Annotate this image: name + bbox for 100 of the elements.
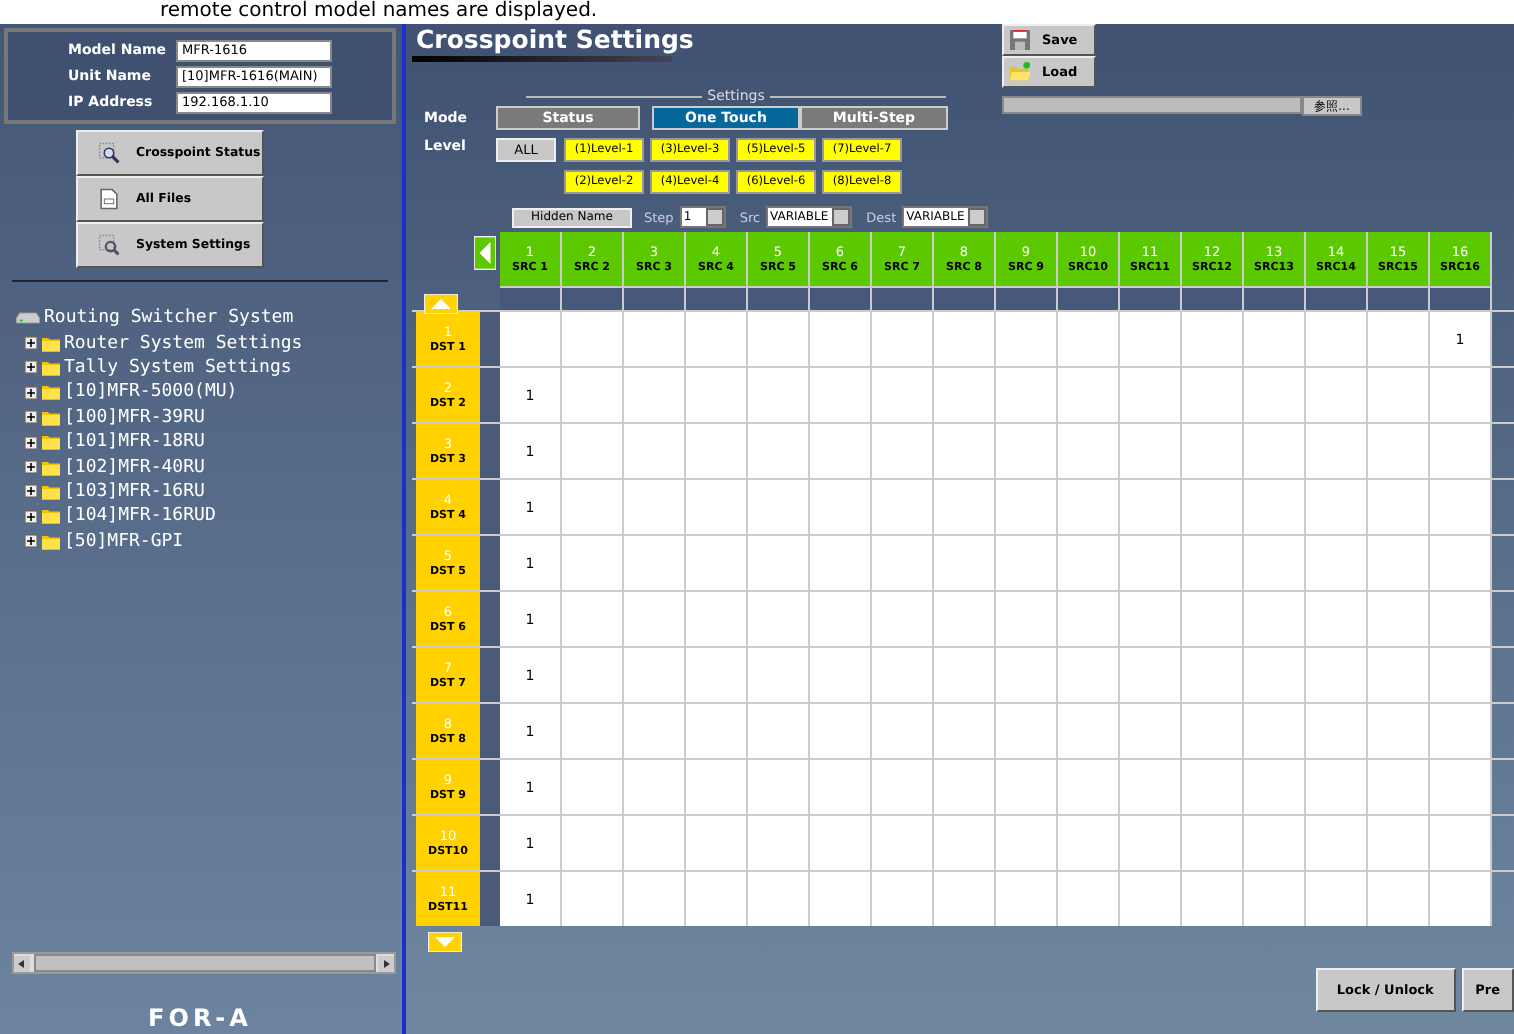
crosspoint-cell[interactable] bbox=[934, 648, 996, 702]
crosspoint-cell[interactable] bbox=[934, 480, 996, 534]
crosspoint-cell[interactable] bbox=[1120, 816, 1182, 870]
crosspoint-cell[interactable] bbox=[872, 816, 934, 870]
tree-item[interactable]: Router System Settings bbox=[64, 333, 303, 354]
crosspoint-cell[interactable] bbox=[1120, 704, 1182, 758]
crosspoint-cell[interactable] bbox=[1306, 368, 1368, 422]
crosspoint-cell[interactable] bbox=[1244, 480, 1306, 534]
crosspoint-cell[interactable] bbox=[1058, 592, 1120, 646]
crosspoint-cell[interactable] bbox=[686, 704, 748, 758]
crosspoint-cell[interactable] bbox=[1306, 704, 1368, 758]
scrollbar-thumb[interactable] bbox=[34, 954, 376, 972]
crosspoint-cell[interactable] bbox=[624, 872, 686, 926]
expand-icon[interactable] bbox=[24, 534, 38, 549]
crosspoint-cell[interactable] bbox=[810, 648, 872, 702]
crosspoint-cell[interactable] bbox=[1058, 312, 1120, 366]
crosspoint-cell[interactable] bbox=[562, 872, 624, 926]
tree-item[interactable]: [104]MFR-16RUD bbox=[64, 506, 216, 527]
crosspoint-cell[interactable] bbox=[1182, 648, 1244, 702]
crosspoint-cell[interactable] bbox=[1306, 592, 1368, 646]
crosspoint-cell[interactable] bbox=[1368, 312, 1430, 366]
crosspoint-cell[interactable] bbox=[1182, 704, 1244, 758]
crosspoint-cell[interactable] bbox=[1368, 704, 1430, 758]
crosspoint-cell[interactable] bbox=[1368, 816, 1430, 870]
crosspoint-cell[interactable] bbox=[1182, 536, 1244, 590]
crosspoint-cell[interactable] bbox=[1430, 704, 1492, 758]
scroll-right-icon[interactable] bbox=[378, 955, 394, 971]
crosspoint-cell[interactable] bbox=[1244, 536, 1306, 590]
crosspoint-cell[interactable] bbox=[748, 760, 810, 814]
crosspoint-cell[interactable] bbox=[562, 704, 624, 758]
crosspoint-cell[interactable] bbox=[934, 312, 996, 366]
crosspoint-cell[interactable] bbox=[686, 648, 748, 702]
crosspoint-cell[interactable] bbox=[1244, 760, 1306, 814]
crosspoint-cell[interactable] bbox=[996, 480, 1058, 534]
crosspoint-cell[interactable] bbox=[686, 312, 748, 366]
expand-icon[interactable] bbox=[24, 460, 38, 475]
crosspoint-cell[interactable] bbox=[996, 816, 1058, 870]
crosspoint-cell[interactable] bbox=[934, 760, 996, 814]
crosspoint-cell[interactable] bbox=[872, 480, 934, 534]
crosspoint-cell[interactable] bbox=[1430, 816, 1492, 870]
crosspoint-cell[interactable] bbox=[1306, 312, 1368, 366]
crosspoint-cell[interactable] bbox=[1368, 872, 1430, 926]
crosspoint-cell[interactable] bbox=[1368, 760, 1430, 814]
crosspoint-cell[interactable] bbox=[996, 592, 1058, 646]
crosspoint-cell[interactable] bbox=[1120, 648, 1182, 702]
crosspoint-cell[interactable] bbox=[1120, 592, 1182, 646]
crosspoint-cell[interactable] bbox=[1244, 312, 1306, 366]
crosspoint-cell[interactable] bbox=[1430, 592, 1492, 646]
crosspoint-cell[interactable] bbox=[748, 592, 810, 646]
scroll-left-icon[interactable] bbox=[14, 955, 30, 971]
crosspoint-cell[interactable] bbox=[872, 424, 934, 478]
crosspoint-cell[interactable] bbox=[1244, 704, 1306, 758]
crosspoint-cell[interactable] bbox=[1306, 648, 1368, 702]
expand-icon[interactable] bbox=[24, 435, 38, 450]
crosspoint-cell[interactable] bbox=[562, 648, 624, 702]
crosspoint-cell[interactable] bbox=[1120, 424, 1182, 478]
tree-item[interactable]: Routing Switcher System bbox=[44, 308, 294, 329]
crosspoint-cell[interactable] bbox=[1430, 480, 1492, 534]
crosspoint-cell[interactable] bbox=[872, 592, 934, 646]
crosspoint-cell[interactable] bbox=[686, 872, 748, 926]
crosspoint-cell[interactable] bbox=[872, 704, 934, 758]
crosspoint-cell[interactable] bbox=[996, 704, 1058, 758]
crosspoint-cell[interactable] bbox=[1058, 760, 1120, 814]
tree-item[interactable]: Tally System Settings bbox=[64, 357, 292, 378]
crosspoint-cell[interactable] bbox=[810, 536, 872, 590]
scroll-down-button[interactable] bbox=[428, 932, 462, 952]
crosspoint-cell[interactable] bbox=[686, 480, 748, 534]
crosspoint-cell[interactable] bbox=[1368, 648, 1430, 702]
crosspoint-cell[interactable] bbox=[500, 312, 562, 366]
crosspoint-cell[interactable] bbox=[748, 704, 810, 758]
crosspoint-cell[interactable] bbox=[562, 480, 624, 534]
crosspoint-cell[interactable] bbox=[624, 368, 686, 422]
tree-item[interactable]: [103]MFR-16RU bbox=[64, 481, 205, 502]
crosspoint-cell[interactable] bbox=[1306, 760, 1368, 814]
crosspoint-cell[interactable] bbox=[1244, 872, 1306, 926]
crosspoint-cell[interactable] bbox=[562, 424, 624, 478]
crosspoint-cell[interactable] bbox=[562, 536, 624, 590]
scroll-up-button[interactable] bbox=[424, 294, 458, 314]
crosspoint-cell[interactable] bbox=[1430, 648, 1492, 702]
crosspoint-cell[interactable] bbox=[748, 872, 810, 926]
crosspoint-cell[interactable] bbox=[624, 816, 686, 870]
crosspoint-cell[interactable] bbox=[1058, 536, 1120, 590]
crosspoint-cell[interactable] bbox=[624, 536, 686, 590]
crosspoint-cell[interactable] bbox=[934, 704, 996, 758]
crosspoint-cell[interactable] bbox=[624, 480, 686, 534]
crosspoint-cell[interactable] bbox=[810, 480, 872, 534]
crosspoint-cell[interactable] bbox=[810, 312, 872, 366]
tree-item[interactable]: [101]MFR-18RU bbox=[64, 432, 205, 453]
crosspoint-cell[interactable] bbox=[996, 536, 1058, 590]
crosspoint-cell[interactable] bbox=[562, 592, 624, 646]
crosspoint-cell[interactable] bbox=[1368, 424, 1430, 478]
crosspoint-cell[interactable] bbox=[1306, 872, 1368, 926]
crosspoint-cell[interactable] bbox=[1430, 872, 1492, 926]
crosspoint-cell[interactable] bbox=[1430, 760, 1492, 814]
crosspoint-cell[interactable] bbox=[872, 872, 934, 926]
crosspoint-cell[interactable] bbox=[748, 424, 810, 478]
crosspoint-cell[interactable] bbox=[1058, 368, 1120, 422]
crosspoint-cell[interactable] bbox=[934, 536, 996, 590]
expand-icon[interactable] bbox=[24, 484, 38, 499]
crosspoint-cell[interactable] bbox=[562, 312, 624, 366]
